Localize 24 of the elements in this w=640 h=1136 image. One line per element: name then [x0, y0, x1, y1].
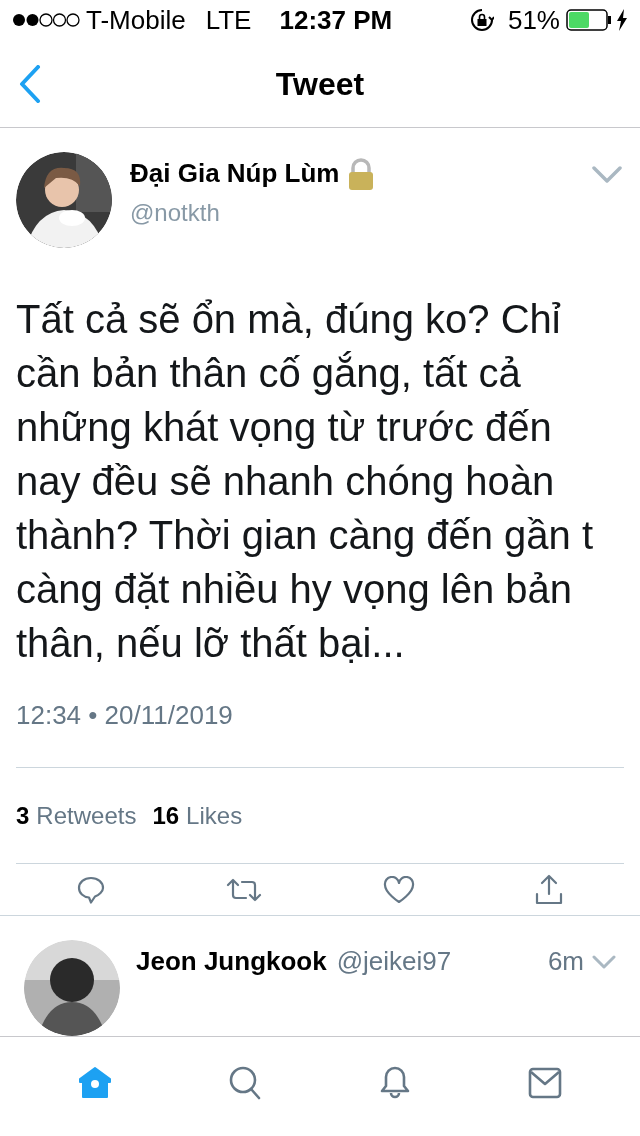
network-type: LTE — [205, 3, 252, 37]
display-name[interactable]: Đại Gia Núp Lùm — [130, 154, 340, 193]
battery-percent: 51% — [507, 3, 560, 37]
reply-icon[interactable] — [75, 874, 106, 905]
likes-label[interactable]: Likes — [186, 797, 243, 834]
retweet-icon[interactable] — [225, 876, 264, 903]
reply-age: 6m — [547, 945, 584, 978]
signal-icon — [12, 12, 80, 28]
tweet-text: Tất cả sẽ ổn mà, đúng ko? Chỉ cần bản thân cố gắng, tất cả những khát vọng từ trước đến nay đều sẽ nhanh chóng hoàn thành? Thời gian càng đến gần t càng đặt nhiều hy vọng lên bản thân, nếu lỡ thất bại... — [16, 296, 595, 667]
search-tab-icon[interactable] — [227, 1064, 263, 1101]
page-title: Tweet — [275, 64, 365, 104]
share-icon[interactable] — [534, 873, 565, 906]
like-count[interactable]: 16 — [152, 797, 180, 834]
home-tab-icon[interactable] — [77, 1064, 113, 1101]
clock: 12:37 PM — [279, 3, 393, 37]
rotation-lock-icon — [469, 8, 494, 32]
tweet-timestamp: 12:34 • 20/11/2019 — [16, 699, 233, 732]
retweets-label[interactable]: Retweets — [36, 797, 137, 834]
reply-handle[interactable]: @jeikei97 — [336, 942, 452, 981]
reply-display-name[interactable]: Jeon Jungkook — [136, 942, 327, 981]
battery-icon — [566, 9, 612, 31]
carrier: T-Mobile — [86, 3, 186, 37]
retweet-count[interactable]: 3 — [16, 797, 30, 834]
heart-icon[interactable] — [382, 875, 415, 904]
